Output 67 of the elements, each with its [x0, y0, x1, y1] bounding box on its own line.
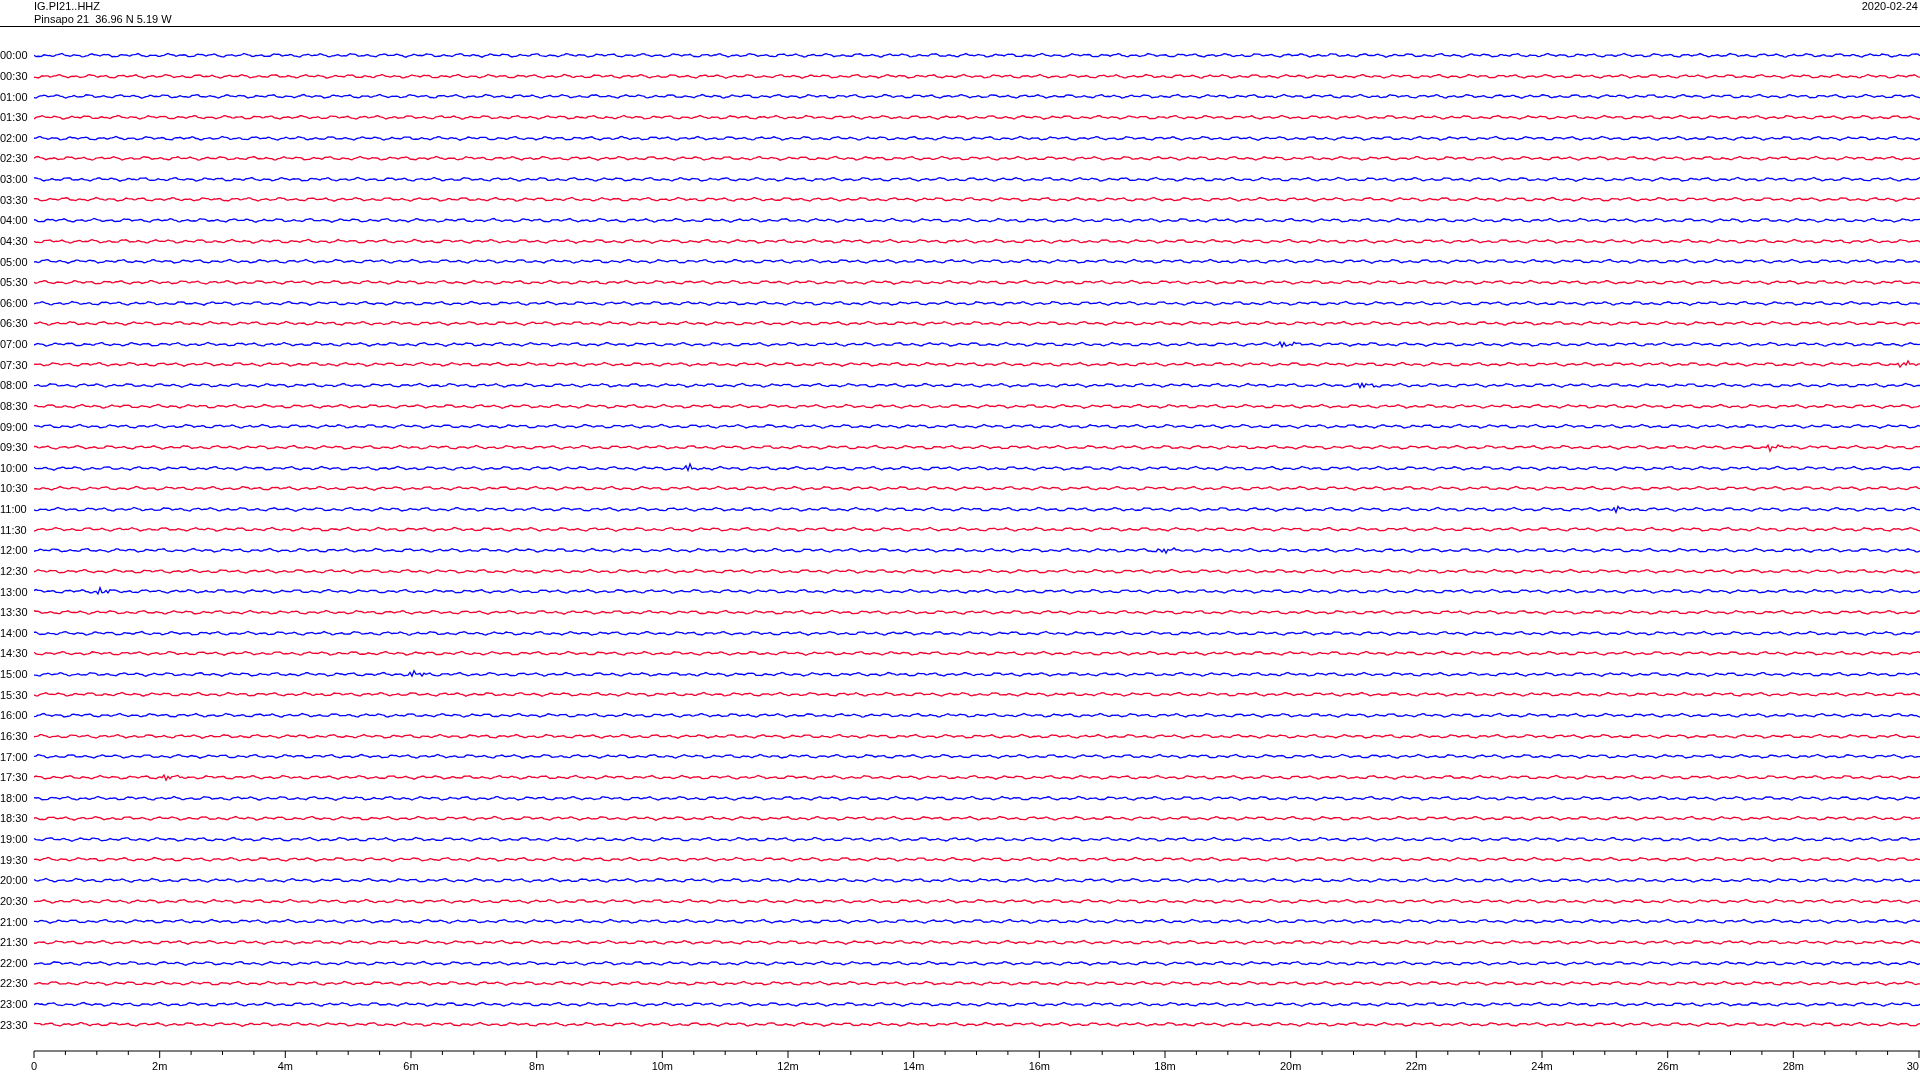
- hour-label: 19:30: [0, 853, 29, 866]
- hour-label: 11:00: [0, 503, 28, 516]
- axis-tick-label: 28m: [1782, 1060, 1805, 1072]
- hour-label: 10:30: [0, 482, 29, 495]
- hour-label: 03:30: [0, 193, 29, 206]
- axis-tick-label: 12m: [777, 1060, 799, 1072]
- hour-label: 07:30: [0, 358, 29, 371]
- hour-label: 19:00: [0, 833, 29, 846]
- axis-tick-label: 2m: [152, 1060, 168, 1072]
- hour-label: 14:30: [0, 647, 29, 660]
- hour-label: 02:00: [0, 131, 29, 144]
- axis-tick-label: 6m: [403, 1060, 419, 1072]
- hour-label: 08:00: [0, 379, 29, 392]
- hour-label: 00:00: [0, 49, 29, 62]
- axis-tick-label: 10m: [651, 1060, 674, 1072]
- hour-label: 01:00: [0, 90, 29, 103]
- axis-tick-label: 14m: [902, 1060, 925, 1072]
- hour-label: 07:00: [0, 338, 29, 351]
- hour-label: 08:30: [0, 399, 29, 412]
- hour-label: 13:00: [0, 585, 29, 598]
- hour-label: 05:00: [0, 255, 29, 268]
- hour-label: 16:00: [0, 709, 29, 722]
- station-info: Pinsapo 21 36.96 N 5.19 W: [34, 13, 172, 26]
- hour-label: 14:00: [0, 626, 29, 639]
- hour-label: 23:00: [0, 998, 29, 1011]
- axis-tick-label: 22m: [1405, 1060, 1428, 1072]
- hour-label: 17:30: [0, 771, 29, 784]
- axis-tick-label: 0: [30, 1060, 38, 1072]
- hour-label: 12:00: [0, 544, 29, 557]
- hour-label: 06:30: [0, 317, 29, 330]
- hour-label: 22:00: [0, 956, 29, 969]
- axis-tick-label: 26m: [1656, 1060, 1679, 1072]
- hour-label: 17:00: [0, 750, 29, 763]
- hour-label: 15:30: [0, 688, 29, 701]
- hour-label: 21:30: [0, 936, 29, 949]
- hour-label: 09:00: [0, 420, 29, 433]
- axis-tick-label: 18m: [1154, 1060, 1176, 1072]
- hour-label: 10:00: [0, 461, 29, 474]
- channel-name: IG.PI21..HHZ: [34, 0, 102, 13]
- hour-label: 18:30: [0, 812, 29, 825]
- hour-label: 09:30: [0, 441, 29, 454]
- axis-tick-label: 24m: [1531, 1060, 1553, 1072]
- hour-label: 20:30: [0, 894, 29, 907]
- hour-label: 18:00: [0, 791, 29, 804]
- hour-label: 12:30: [0, 564, 29, 577]
- hour-label: 22:30: [0, 977, 29, 990]
- axis-tick-label: 20m: [1279, 1060, 1302, 1072]
- hour-label: 04:30: [0, 234, 29, 247]
- axis-tick-label: 16m: [1028, 1060, 1051, 1072]
- hour-label: 03:00: [0, 173, 29, 186]
- hour-label: 06:00: [0, 296, 29, 309]
- axis-tick-label: 4m: [277, 1060, 293, 1072]
- hour-label: 13:30: [0, 606, 29, 619]
- hour-label: 05:30: [0, 276, 29, 289]
- hour-label: 15:00: [0, 668, 29, 681]
- hour-label: 11:30: [0, 523, 28, 536]
- hour-label: 20:00: [0, 874, 29, 887]
- date-label: 2020-02-24: [1861, 0, 1918, 13]
- axis-tick-label: 8m: [529, 1060, 545, 1072]
- hour-label: 02:30: [0, 152, 29, 165]
- axis-tick-label: 30: [1906, 1060, 1919, 1072]
- hour-label: 23:30: [0, 1018, 29, 1031]
- hour-label: 16:30: [0, 729, 29, 742]
- hour-label: 21:00: [0, 915, 29, 928]
- hour-label: 04:00: [0, 214, 29, 227]
- hour-label: 00:30: [0, 69, 29, 82]
- hour-label: 01:30: [0, 111, 29, 124]
